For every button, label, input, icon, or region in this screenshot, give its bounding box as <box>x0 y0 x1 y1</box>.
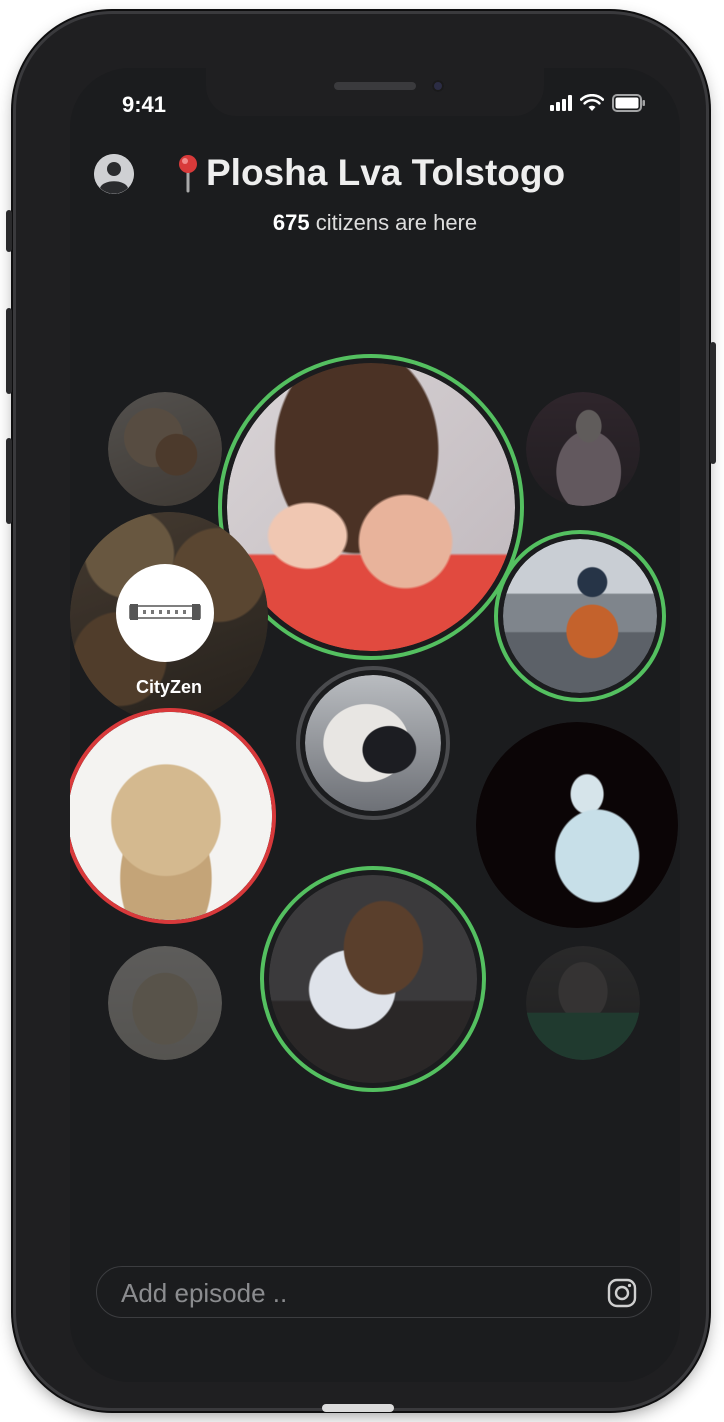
app-screen: 9:41 Plosha Lva Tolstogo 675 citizens ar… <box>70 68 680 1382</box>
episode-bubble-kiss-small[interactable] <box>108 946 222 1060</box>
episode-bubble-beaver[interactable] <box>526 946 640 1060</box>
episode-bubble-kiss[interactable] <box>70 708 276 924</box>
profile-button[interactable] <box>94 154 134 194</box>
episode-bubble-cat[interactable] <box>108 392 222 506</box>
citizens-count: 675 <box>272 210 310 235</box>
pin-icon <box>179 155 197 193</box>
phone-frame: 9:41 Plosha Lva Tolstogo 675 citizens ar… <box>6 14 716 1408</box>
cityzen-label: CityZen <box>135 677 202 697</box>
add-episode-input[interactable] <box>119 1275 593 1311</box>
episode-bubble-robe[interactable] <box>526 392 640 506</box>
episode-bubble-ballerina[interactable] <box>476 722 678 928</box>
front-camera <box>432 80 444 92</box>
volume-up-button <box>6 308 12 394</box>
mute-switch <box>6 210 12 252</box>
signal-icon <box>550 95 572 111</box>
cityzen-logo <box>116 564 214 662</box>
wifi-icon <box>580 94 604 112</box>
cityzen-bubble[interactable]: CityZen <box>70 512 268 722</box>
status-time: 9:41 <box>122 92 167 117</box>
location-name: Plosha Lva Tolstogo <box>206 152 566 193</box>
home-indicator <box>322 1404 394 1412</box>
status-icons <box>550 94 646 112</box>
instagram-icon[interactable] <box>607 1278 637 1308</box>
avatar-icon <box>94 154 134 194</box>
location-title[interactable]: Plosha Lva Tolstogo <box>174 152 565 194</box>
power-button <box>710 342 716 464</box>
battery-icon <box>612 94 646 112</box>
speaker <box>334 82 416 90</box>
episode-bubble-street[interactable] <box>494 530 666 702</box>
volume-down-button <box>6 438 12 524</box>
citizens-count-text: 675 citizens are here <box>70 210 680 236</box>
citizens-suffix: citizens are here <box>309 210 478 235</box>
episode-bubble-panda[interactable] <box>296 666 450 820</box>
episode-bubble-reading[interactable] <box>260 866 486 1092</box>
notch <box>206 68 544 116</box>
add-episode-bar <box>96 1266 652 1318</box>
